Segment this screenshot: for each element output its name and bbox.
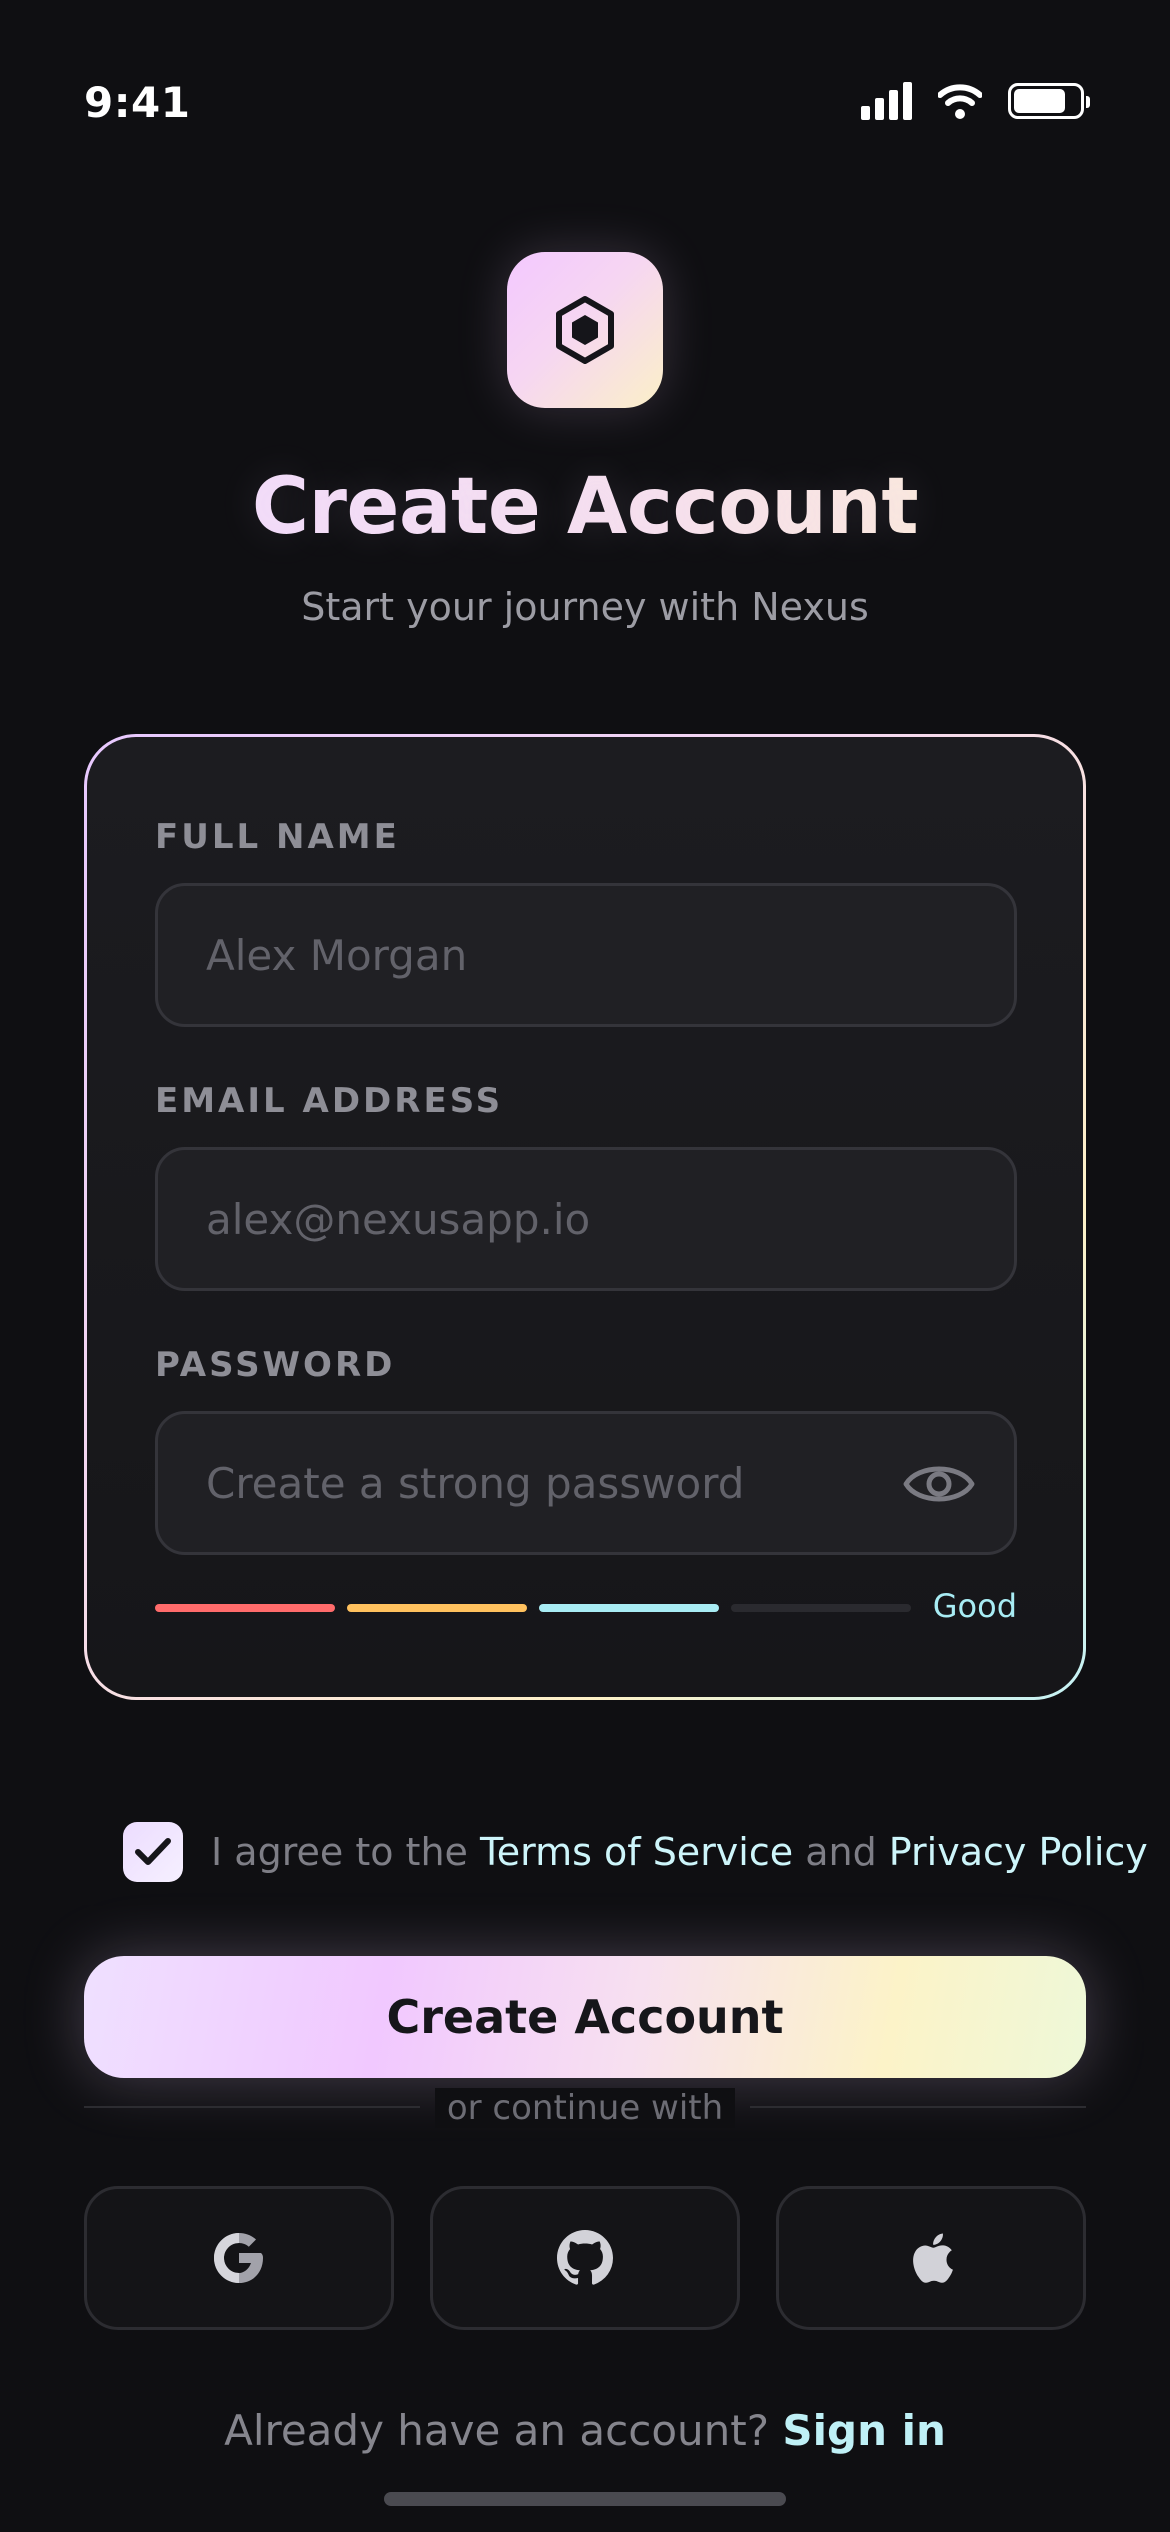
apple-icon — [913, 2233, 953, 2283]
status-bar: 9:41 — [0, 0, 1170, 150]
status-time: 9:41 — [84, 78, 191, 127]
terms-and: and — [793, 1830, 889, 1874]
strength-segment — [347, 1604, 527, 1612]
email-label: EMAIL ADDRESS — [155, 1081, 504, 1121]
password-label: PASSWORD — [155, 1345, 396, 1385]
app-logo — [507, 252, 663, 408]
signal-icon — [861, 82, 912, 120]
terms-checkbox[interactable] — [123, 1822, 183, 1882]
email-input[interactable] — [206, 1194, 1014, 1244]
password-strength-meter: Good — [155, 1587, 1017, 1627]
terms-row: I agree to the Terms of Service and Priv… — [123, 1822, 1148, 1882]
divider-text: or continue with — [84, 2088, 1086, 2128]
password-input[interactable] — [206, 1458, 906, 1508]
signup-form: FULL NAME EMAIL ADDRESS PASSWORD Good — [87, 737, 1083, 1697]
terms-of-service-link[interactable]: Terms of Service — [480, 1830, 793, 1874]
sign-in-link[interactable]: Sign in — [782, 2406, 946, 2455]
google-icon — [214, 2233, 263, 2283]
page-subtitle: Start your journey with Nexus — [301, 585, 869, 629]
full-name-label: FULL NAME — [155, 817, 400, 857]
strength-segment — [155, 1604, 335, 1612]
create-account-button[interactable]: Create Account — [84, 1956, 1086, 2078]
github-login-button[interactable] — [430, 2186, 740, 2330]
privacy-policy-link[interactable]: Privacy Policy — [889, 1830, 1148, 1874]
terms-text: I agree to the Terms of Service and Priv… — [211, 1830, 1148, 1874]
email-field-box — [155, 1147, 1017, 1291]
status-icons — [861, 82, 1090, 120]
google-login-button[interactable] — [84, 2186, 394, 2330]
divider-label: or continue with — [434, 2088, 736, 2128]
home-indicator — [384, 2492, 786, 2506]
strength-label: Good — [932, 1587, 1017, 1625]
github-icon — [557, 2230, 613, 2285]
strength-segment — [731, 1604, 911, 1612]
full-name-field-box — [155, 883, 1017, 1027]
wifi-icon — [938, 84, 982, 119]
eye-icon[interactable] — [902, 1456, 976, 1512]
page-title: Create Account — [0, 462, 1170, 552]
signup-card: FULL NAME EMAIL ADDRESS PASSWORD Good — [84, 734, 1086, 1700]
social-divider: or continue with — [84, 2088, 1086, 2128]
social-login-row — [84, 2186, 1086, 2330]
hexagon-icon — [556, 296, 614, 364]
apple-login-button[interactable] — [776, 2186, 1086, 2330]
battery-icon — [1008, 83, 1090, 119]
strength-segment — [539, 1604, 719, 1612]
checkmark-icon — [135, 1838, 171, 1865]
signin-prompt-text: Already have an account? — [224, 2406, 783, 2455]
password-field-box — [155, 1411, 1017, 1555]
terms-prefix: I agree to the — [211, 1830, 480, 1874]
signin-prompt: Already have an account? Sign in — [0, 2406, 1170, 2455]
full-name-input[interactable] — [206, 930, 1014, 980]
